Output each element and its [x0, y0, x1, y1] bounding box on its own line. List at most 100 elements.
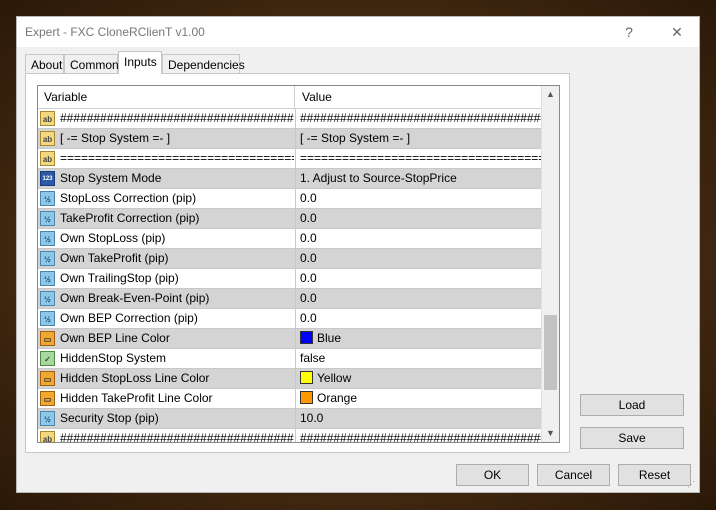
variable-name: Own StopLoss (pip): [60, 231, 166, 245]
value-text: 10.0: [300, 411, 324, 425]
vertical-scrollbar[interactable]: ▲ ▼: [541, 86, 559, 442]
save-button[interactable]: Save: [580, 427, 684, 449]
variable-name: Own BEP Line Color: [60, 331, 170, 345]
variable-value[interactable]: ########################################: [300, 429, 552, 442]
variable-value[interactable]: 0.0: [300, 249, 552, 268]
column-divider: [295, 189, 296, 208]
table-row[interactable]: ✓ HiddenStop System false: [38, 349, 554, 369]
column-divider: [295, 429, 296, 442]
value-text: 0.0: [300, 271, 317, 285]
table-row[interactable]: ab ================================= =====…: [38, 149, 554, 169]
frac-type-icon: ½: [40, 231, 55, 246]
table-row[interactable]: ab ################################### ###…: [38, 429, 554, 443]
variable-name: Hidden StopLoss Line Color: [60, 371, 210, 385]
variable-value[interactable]: 0.0: [300, 189, 552, 208]
table-row[interactable]: ▭ Own BEP Line Color Blue: [38, 329, 554, 349]
column-divider: [295, 209, 296, 228]
variable-value[interactable]: 1. Adjust to Source-StopPrice: [300, 169, 552, 188]
tab-about[interactable]: About: [25, 54, 64, 74]
value-text: [ -= Stop System =- ]: [300, 131, 411, 145]
expert-dialog: Expert - FXC CloneRClienT v1.00 ? ✕ Abou…: [16, 16, 700, 493]
variable-value[interactable]: ########################################: [300, 109, 552, 128]
reset-button[interactable]: Reset: [618, 464, 691, 486]
table-row[interactable]: 123 Stop System Mode 1. Adjust to Source-S…: [38, 169, 554, 189]
table-row[interactable]: ½ Security Stop (pip) 10.0: [38, 409, 554, 429]
column-divider: [295, 349, 296, 368]
tab-inputs[interactable]: Inputs: [118, 51, 162, 74]
title-bar: Expert - FXC CloneRClienT v1.00 ? ✕: [17, 17, 699, 47]
table-row[interactable]: ½ Own StopLoss (pip) 0.0: [38, 229, 554, 249]
table-row[interactable]: ½ Own TakeProfit (pip) 0.0: [38, 249, 554, 269]
header-value[interactable]: Value: [296, 86, 554, 108]
column-divider: [295, 269, 296, 288]
frac-type-icon: ½: [40, 211, 55, 226]
value-text: 1. Adjust to Source-StopPrice: [300, 171, 457, 185]
scroll-thumb[interactable]: [544, 315, 557, 390]
cancel-button[interactable]: Cancel: [537, 464, 610, 486]
value-text: Orange: [317, 391, 358, 405]
variable-name: StopLoss Correction (pip): [60, 191, 197, 205]
ok-button[interactable]: OK: [456, 464, 529, 486]
column-divider: [295, 169, 296, 188]
value-text: ========================================…: [300, 151, 552, 165]
column-divider: [295, 329, 296, 348]
inputs-grid: Variable Value ab #######################…: [37, 85, 560, 443]
column-divider: [295, 249, 296, 268]
ab-type-icon: ab: [40, 131, 55, 146]
column-divider: [295, 109, 296, 128]
color-swatch: [300, 391, 313, 404]
column-divider: [295, 229, 296, 248]
table-row[interactable]: ½ StopLoss Correction (pip) 0.0: [38, 189, 554, 209]
variable-name: ########################################: [60, 111, 294, 125]
variable-value[interactable]: 0.0: [300, 229, 552, 248]
scroll-down-icon[interactable]: ▼: [542, 425, 559, 442]
table-row[interactable]: ½ Own BEP Correction (pip) 0.0: [38, 309, 554, 329]
column-divider: [295, 369, 296, 388]
value-text: false: [300, 351, 326, 365]
color-type-icon: ▭: [40, 371, 55, 386]
close-icon[interactable]: ✕: [665, 22, 689, 42]
value-text: 0.0: [300, 291, 317, 305]
ab-type-icon: ab: [40, 151, 55, 166]
frac-type-icon: ½: [40, 291, 55, 306]
variable-name: Security Stop (pip): [60, 411, 159, 425]
table-row[interactable]: ½ Own TrailingStop (pip) 0.0: [38, 269, 554, 289]
variable-value[interactable]: false: [300, 349, 552, 368]
variable-name: Hidden TakeProfit Line Color: [60, 391, 213, 405]
table-row[interactable]: ½ Own Break-Even-Point (pip) 0.0: [38, 289, 554, 309]
table-row[interactable]: ab ################################### ###…: [38, 109, 554, 129]
variable-value[interactable]: Yellow: [300, 369, 552, 388]
scroll-up-icon[interactable]: ▲: [542, 86, 559, 103]
load-button[interactable]: Load: [580, 394, 684, 416]
frac-type-icon: ½: [40, 251, 55, 266]
variable-value[interactable]: 0.0: [300, 209, 552, 228]
table-row[interactable]: ▭ Hidden TakeProfit Line Color Orange: [38, 389, 554, 409]
table-row[interactable]: ab [ -= Stop System =- ] [ -= Stop System …: [38, 129, 554, 149]
value-text: 0.0: [300, 251, 317, 265]
column-divider: [295, 389, 296, 408]
n123-type-icon: 123: [40, 171, 55, 186]
value-text: 0.0: [300, 231, 317, 245]
resize-grip-icon[interactable]: ⋰: [687, 480, 697, 490]
variable-value[interactable]: Blue: [300, 329, 552, 348]
variable-value[interactable]: 0.0: [300, 269, 552, 288]
header-variable[interactable]: Variable: [38, 86, 295, 108]
variable-value[interactable]: [ -= Stop System =- ]: [300, 129, 552, 148]
help-icon[interactable]: ?: [617, 22, 641, 42]
column-divider: [295, 149, 296, 168]
table-row[interactable]: ½ TakeProfit Correction (pip) 0.0: [38, 209, 554, 229]
variable-value[interactable]: 0.0: [300, 289, 552, 308]
table-row[interactable]: ▭ Hidden StopLoss Line Color Yellow: [38, 369, 554, 389]
variable-value[interactable]: ========================================…: [300, 149, 552, 168]
variable-value[interactable]: Orange: [300, 389, 552, 408]
variable-name: HiddenStop System: [60, 351, 167, 365]
variable-name: TakeProfit Correction (pip): [60, 211, 200, 225]
tab-common[interactable]: Common: [64, 54, 119, 74]
variable-value[interactable]: 0.0: [300, 309, 552, 328]
inputs-panel: Variable Value ab #######################…: [25, 73, 570, 453]
window-title: Expert - FXC CloneRClienT v1.00: [25, 25, 205, 39]
variable-value[interactable]: 10.0: [300, 409, 552, 428]
variable-name: Own TrailingStop (pip): [60, 271, 179, 285]
variable-name: ########################################: [60, 431, 294, 443]
tab-dependencies[interactable]: Dependencies: [162, 54, 245, 74]
